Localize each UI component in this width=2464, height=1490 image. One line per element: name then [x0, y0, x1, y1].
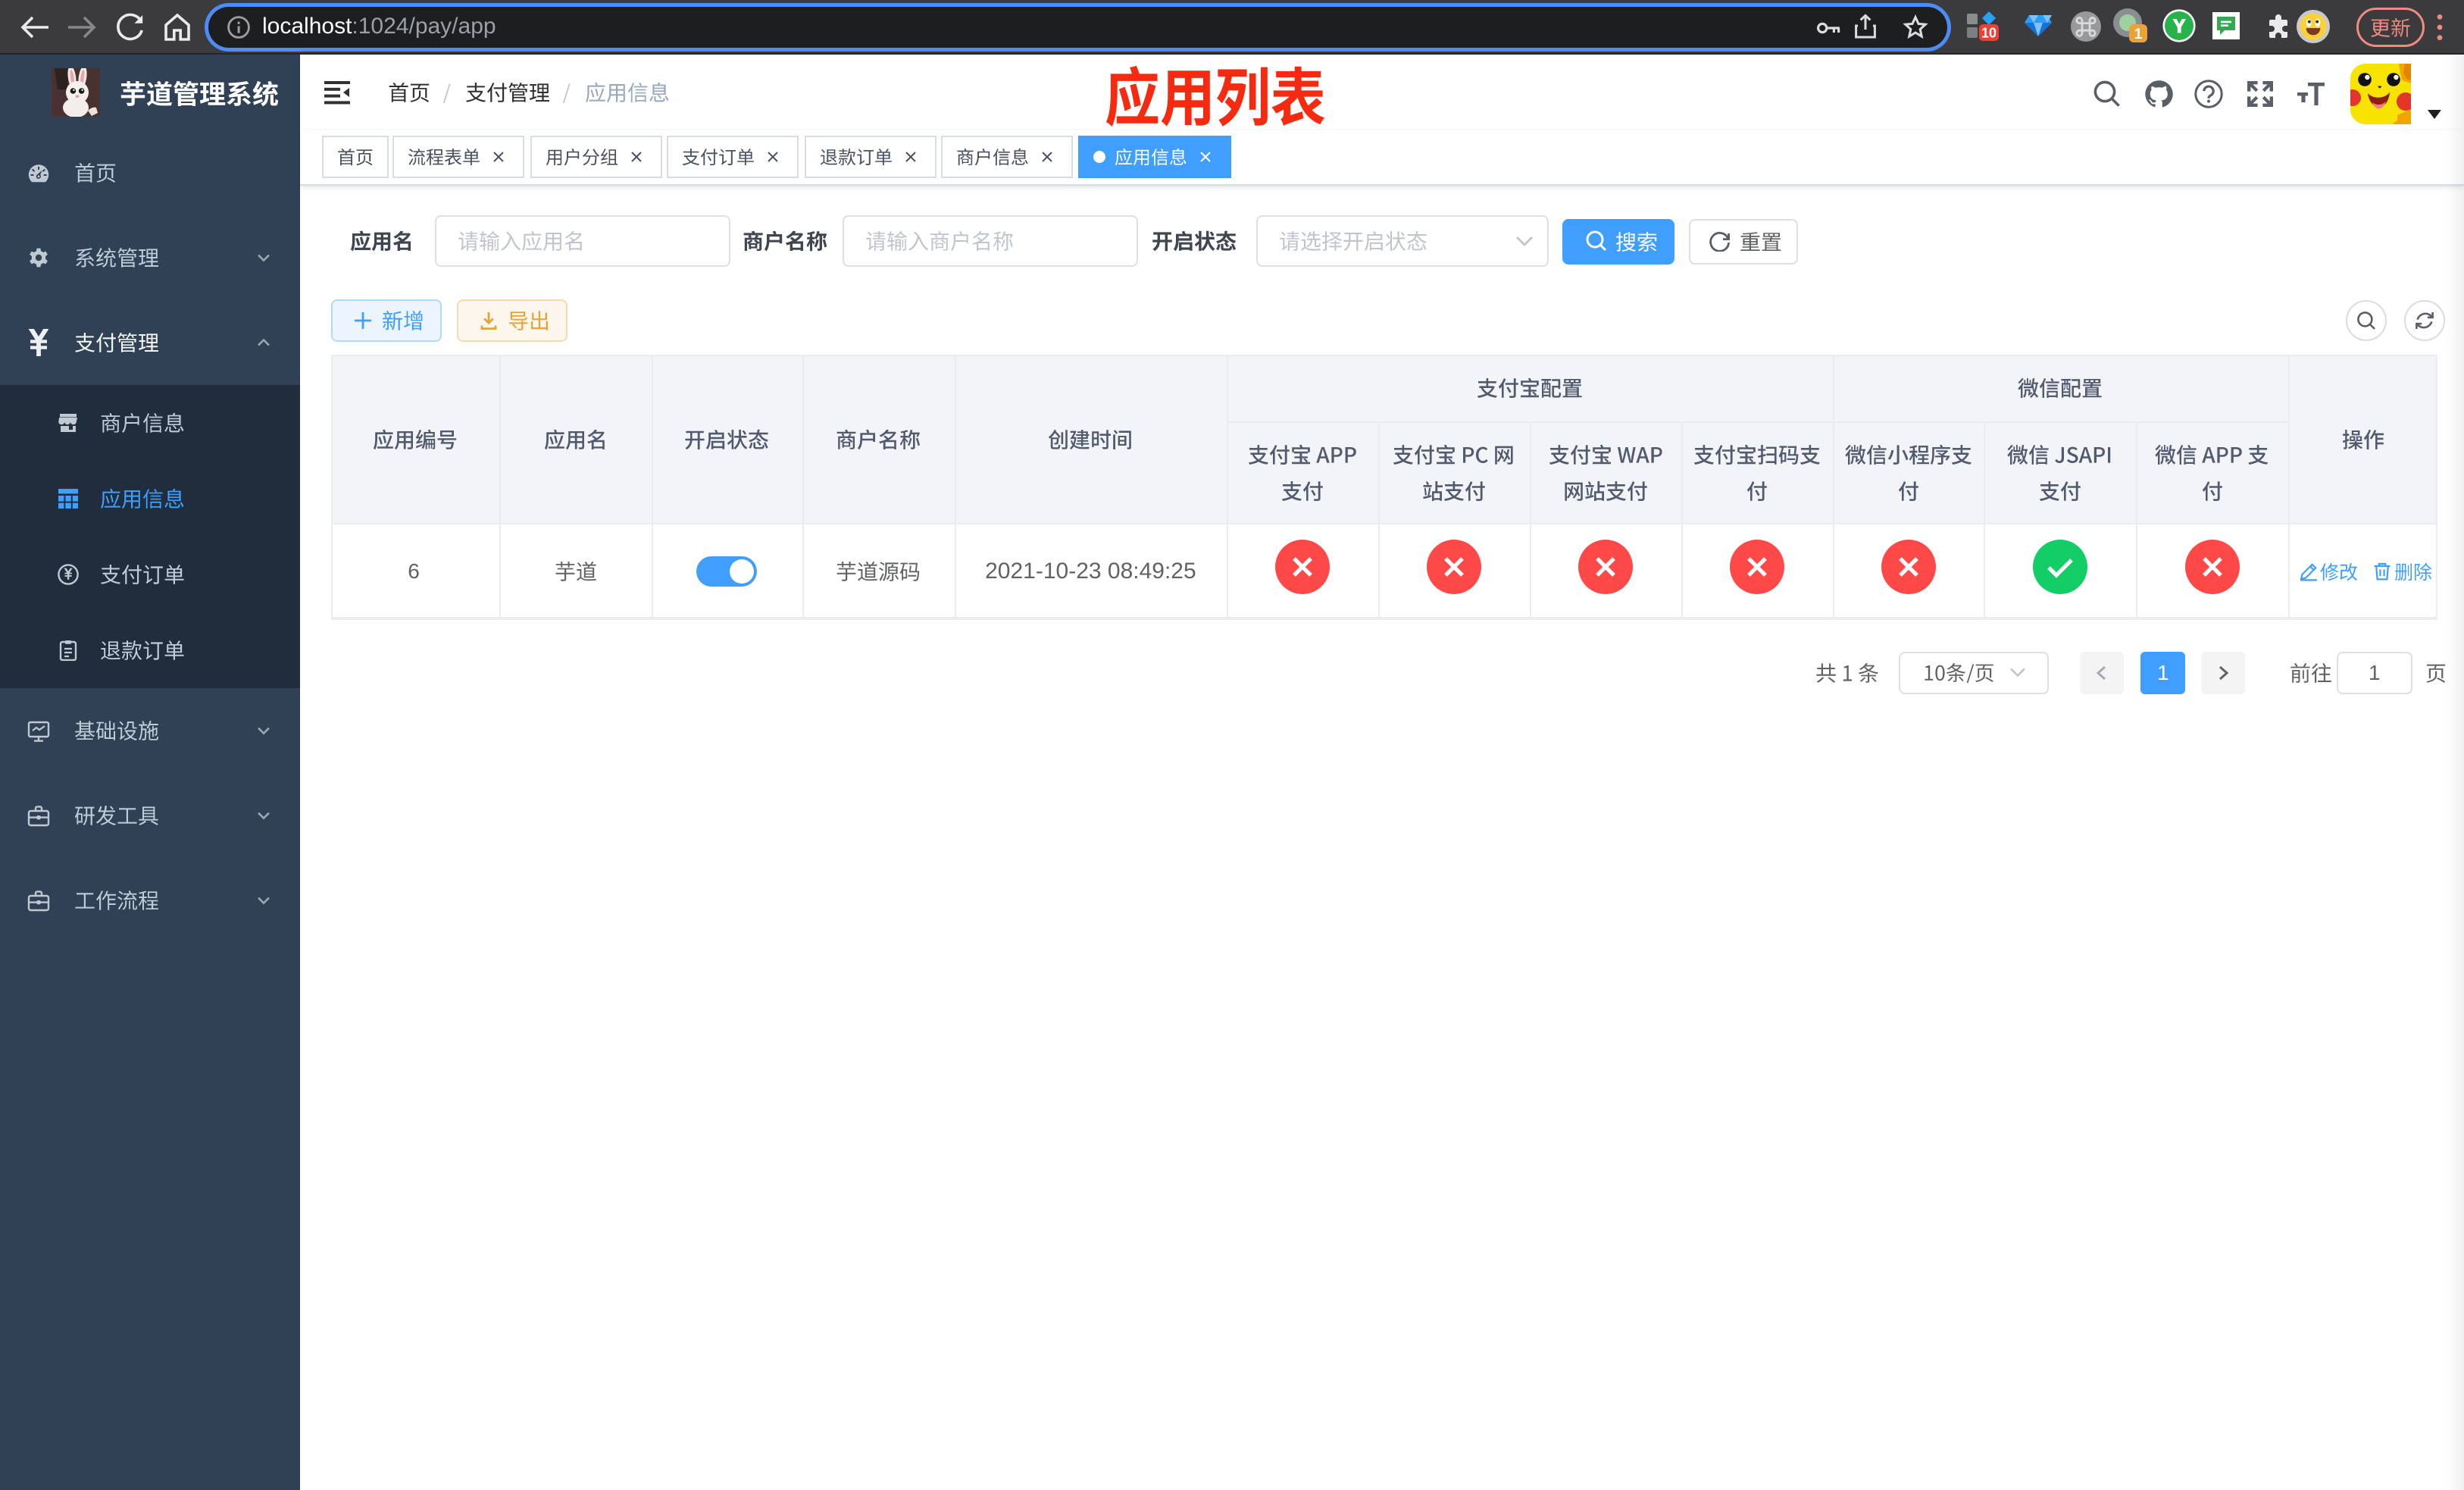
svg-text:1: 1 — [2134, 27, 2143, 42]
svg-text:10: 10 — [1981, 25, 1997, 40]
